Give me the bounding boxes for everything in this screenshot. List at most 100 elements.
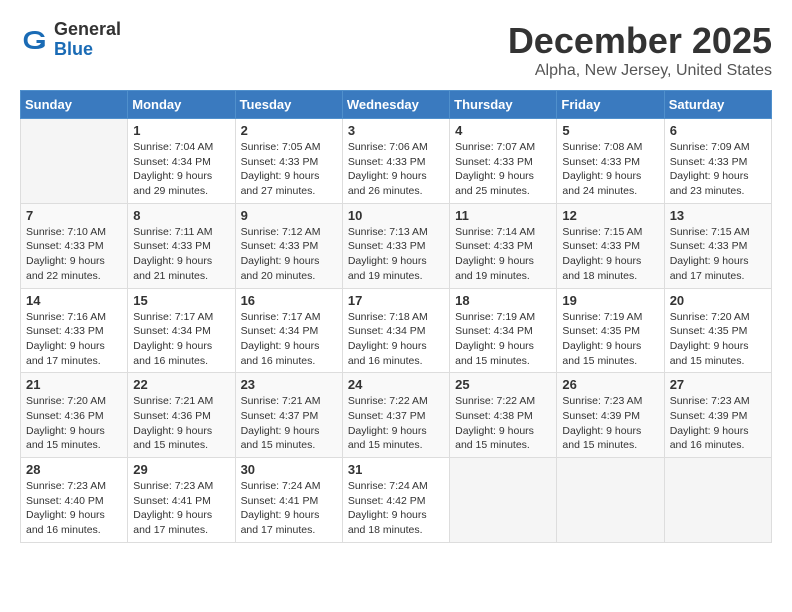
day-number: 11 [455,208,551,223]
calendar-cell: 28Sunrise: 7:23 AMSunset: 4:40 PMDayligh… [21,458,128,543]
day-info: Sunrise: 7:05 AMSunset: 4:33 PMDaylight:… [241,140,337,199]
day-number: 3 [348,123,444,138]
day-number: 8 [133,208,229,223]
calendar-cell: 14Sunrise: 7:16 AMSunset: 4:33 PMDayligh… [21,288,128,373]
month-title: December 2025 [508,20,772,62]
calendar-header-saturday: Saturday [664,91,771,119]
logo-blue: Blue [54,40,121,60]
day-number: 15 [133,293,229,308]
day-number: 30 [241,462,337,477]
day-info: Sunrise: 7:13 AMSunset: 4:33 PMDaylight:… [348,225,444,284]
day-number: 28 [26,462,122,477]
calendar-cell: 13 Sunrise: 7:15 AMSunset: 4:33 PMDayligh… [664,203,771,288]
calendar-cell: 7Sunrise: 7:10 AMSunset: 4:33 PMDaylight… [21,203,128,288]
day-info: Sunrise: 7:21 AMSunset: 4:37 PMDaylight:… [241,394,337,453]
title-section: December 2025 Alpha, New Jersey, United … [508,20,772,80]
calendar-week-3: 14Sunrise: 7:16 AMSunset: 4:33 PMDayligh… [21,288,772,373]
day-info: Sunrise: 7:22 AMSunset: 4:37 PMDaylight:… [348,394,444,453]
day-info: Sunrise: 7:19 AMSunset: 4:35 PMDaylight:… [562,310,658,369]
day-number: 25 [455,377,551,392]
calendar-cell: 4 Sunrise: 7:07 AMSunset: 4:33 PMDaylight… [450,119,557,204]
day-info: Sunrise: 7:06 AMSunset: 4:33 PMDaylight:… [348,140,444,199]
calendar-header-row: SundayMondayTuesdayWednesdayThursdayFrid… [21,91,772,119]
logo: General Blue [20,20,121,60]
calendar-cell: 26Sunrise: 7:23 AMSunset: 4:39 PMDayligh… [557,373,664,458]
day-info: Sunrise: 7:09 AMSunset: 4:33 PMDaylight:… [670,140,766,199]
calendar-cell: 6 Sunrise: 7:09 AMSunset: 4:33 PMDaylight… [664,119,771,204]
day-number: 29 [133,462,229,477]
page-header: General Blue December 2025 Alpha, New Je… [20,20,772,80]
location: Alpha, New Jersey, United States [508,62,772,80]
calendar-header-friday: Friday [557,91,664,119]
calendar-cell: 17Sunrise: 7:18 AMSunset: 4:34 PMDayligh… [342,288,449,373]
day-info: Sunrise: 7:15 AMSunset: 4:33 PMDaylight:… [562,225,658,284]
day-number: 18 [455,293,551,308]
calendar-cell: 8 Sunrise: 7:11 AMSunset: 4:33 PMDaylight… [128,203,235,288]
calendar-cell [450,458,557,543]
day-info: Sunrise: 7:15 AMSunset: 4:33 PMDaylight:… [670,225,766,284]
day-number: 14 [26,293,122,308]
day-number: 19 [562,293,658,308]
day-info: Sunrise: 7:11 AMSunset: 4:33 PMDaylight:… [133,225,229,284]
calendar-cell: 23 Sunrise: 7:21 AMSunset: 4:37 PMDayligh… [235,373,342,458]
calendar-cell: 30 Sunrise: 7:24 AMSunset: 4:41 PMDayligh… [235,458,342,543]
day-number: 1 [133,123,229,138]
day-number: 10 [348,208,444,223]
day-number: 22 [133,377,229,392]
day-number: 12 [562,208,658,223]
day-info: Sunrise: 7:21 AMSunset: 4:36 PMDaylight:… [133,394,229,453]
day-number: 6 [670,123,766,138]
day-number: 2 [241,123,337,138]
calendar-cell: 12 Sunrise: 7:15 AMSunset: 4:33 PMDayligh… [557,203,664,288]
calendar-cell: 10 Sunrise: 7:13 AMSunset: 4:33 PMDayligh… [342,203,449,288]
logo-icon [20,25,50,55]
calendar-header-sunday: Sunday [21,91,128,119]
calendar-cell: 1 Sunrise: 7:04 AMSunset: 4:34 PMDaylight… [128,119,235,204]
day-number: 31 [348,462,444,477]
calendar-cell: 9 Sunrise: 7:12 AMSunset: 4:33 PMDaylight… [235,203,342,288]
day-info: Sunrise: 7:18 AMSunset: 4:34 PMDaylight:… [348,310,444,369]
calendar-week-4: 21 Sunrise: 7:20 AMSunset: 4:36 PMDayligh… [21,373,772,458]
day-number: 21 [26,377,122,392]
calendar-week-2: 7Sunrise: 7:10 AMSunset: 4:33 PMDaylight… [21,203,772,288]
calendar-cell [664,458,771,543]
day-info: Sunrise: 7:24 AMSunset: 4:41 PMDaylight:… [241,479,337,538]
day-number: 9 [241,208,337,223]
calendar-header-thursday: Thursday [450,91,557,119]
calendar-cell [21,119,128,204]
calendar-cell: 20Sunrise: 7:20 AMSunset: 4:35 PMDayligh… [664,288,771,373]
calendar-cell: 11 Sunrise: 7:14 AMSunset: 4:33 PMDayligh… [450,203,557,288]
calendar-table: SundayMondayTuesdayWednesdayThursdayFrid… [20,90,772,543]
calendar-cell: 2 Sunrise: 7:05 AMSunset: 4:33 PMDaylight… [235,119,342,204]
calendar-cell: 31 Sunrise: 7:24 AMSunset: 4:42 PMDayligh… [342,458,449,543]
logo-text: General Blue [54,20,121,60]
logo-general: General [54,20,121,40]
day-info: Sunrise: 7:23 AMSunset: 4:39 PMDaylight:… [670,394,766,453]
calendar-cell: 25 Sunrise: 7:22 AMSunset: 4:38 PMDayligh… [450,373,557,458]
day-info: Sunrise: 7:04 AMSunset: 4:34 PMDaylight:… [133,140,229,199]
day-info: Sunrise: 7:20 AMSunset: 4:36 PMDaylight:… [26,394,122,453]
day-info: Sunrise: 7:24 AMSunset: 4:42 PMDaylight:… [348,479,444,538]
day-info: Sunrise: 7:22 AMSunset: 4:38 PMDaylight:… [455,394,551,453]
day-info: Sunrise: 7:14 AMSunset: 4:33 PMDaylight:… [455,225,551,284]
calendar-header-monday: Monday [128,91,235,119]
day-info: Sunrise: 7:17 AMSunset: 4:34 PMDaylight:… [133,310,229,369]
calendar-cell: 24 Sunrise: 7:22 AMSunset: 4:37 PMDayligh… [342,373,449,458]
day-number: 27 [670,377,766,392]
calendar-cell: 22 Sunrise: 7:21 AMSunset: 4:36 PMDayligh… [128,373,235,458]
calendar-cell: 27 Sunrise: 7:23 AMSunset: 4:39 PMDayligh… [664,373,771,458]
day-info: Sunrise: 7:23 AMSunset: 4:41 PMDaylight:… [133,479,229,538]
day-number: 13 [670,208,766,223]
day-info: Sunrise: 7:07 AMSunset: 4:33 PMDaylight:… [455,140,551,199]
calendar-week-5: 28Sunrise: 7:23 AMSunset: 4:40 PMDayligh… [21,458,772,543]
calendar-cell: 29 Sunrise: 7:23 AMSunset: 4:41 PMDayligh… [128,458,235,543]
day-number: 23 [241,377,337,392]
day-number: 4 [455,123,551,138]
day-info: Sunrise: 7:12 AMSunset: 4:33 PMDaylight:… [241,225,337,284]
day-info: Sunrise: 7:20 AMSunset: 4:35 PMDaylight:… [670,310,766,369]
day-number: 24 [348,377,444,392]
calendar-header-wednesday: Wednesday [342,91,449,119]
calendar-cell: 21 Sunrise: 7:20 AMSunset: 4:36 PMDayligh… [21,373,128,458]
calendar-cell: 19 Sunrise: 7:19 AMSunset: 4:35 PMDayligh… [557,288,664,373]
calendar-cell: 5Sunrise: 7:08 AMSunset: 4:33 PMDaylight… [557,119,664,204]
